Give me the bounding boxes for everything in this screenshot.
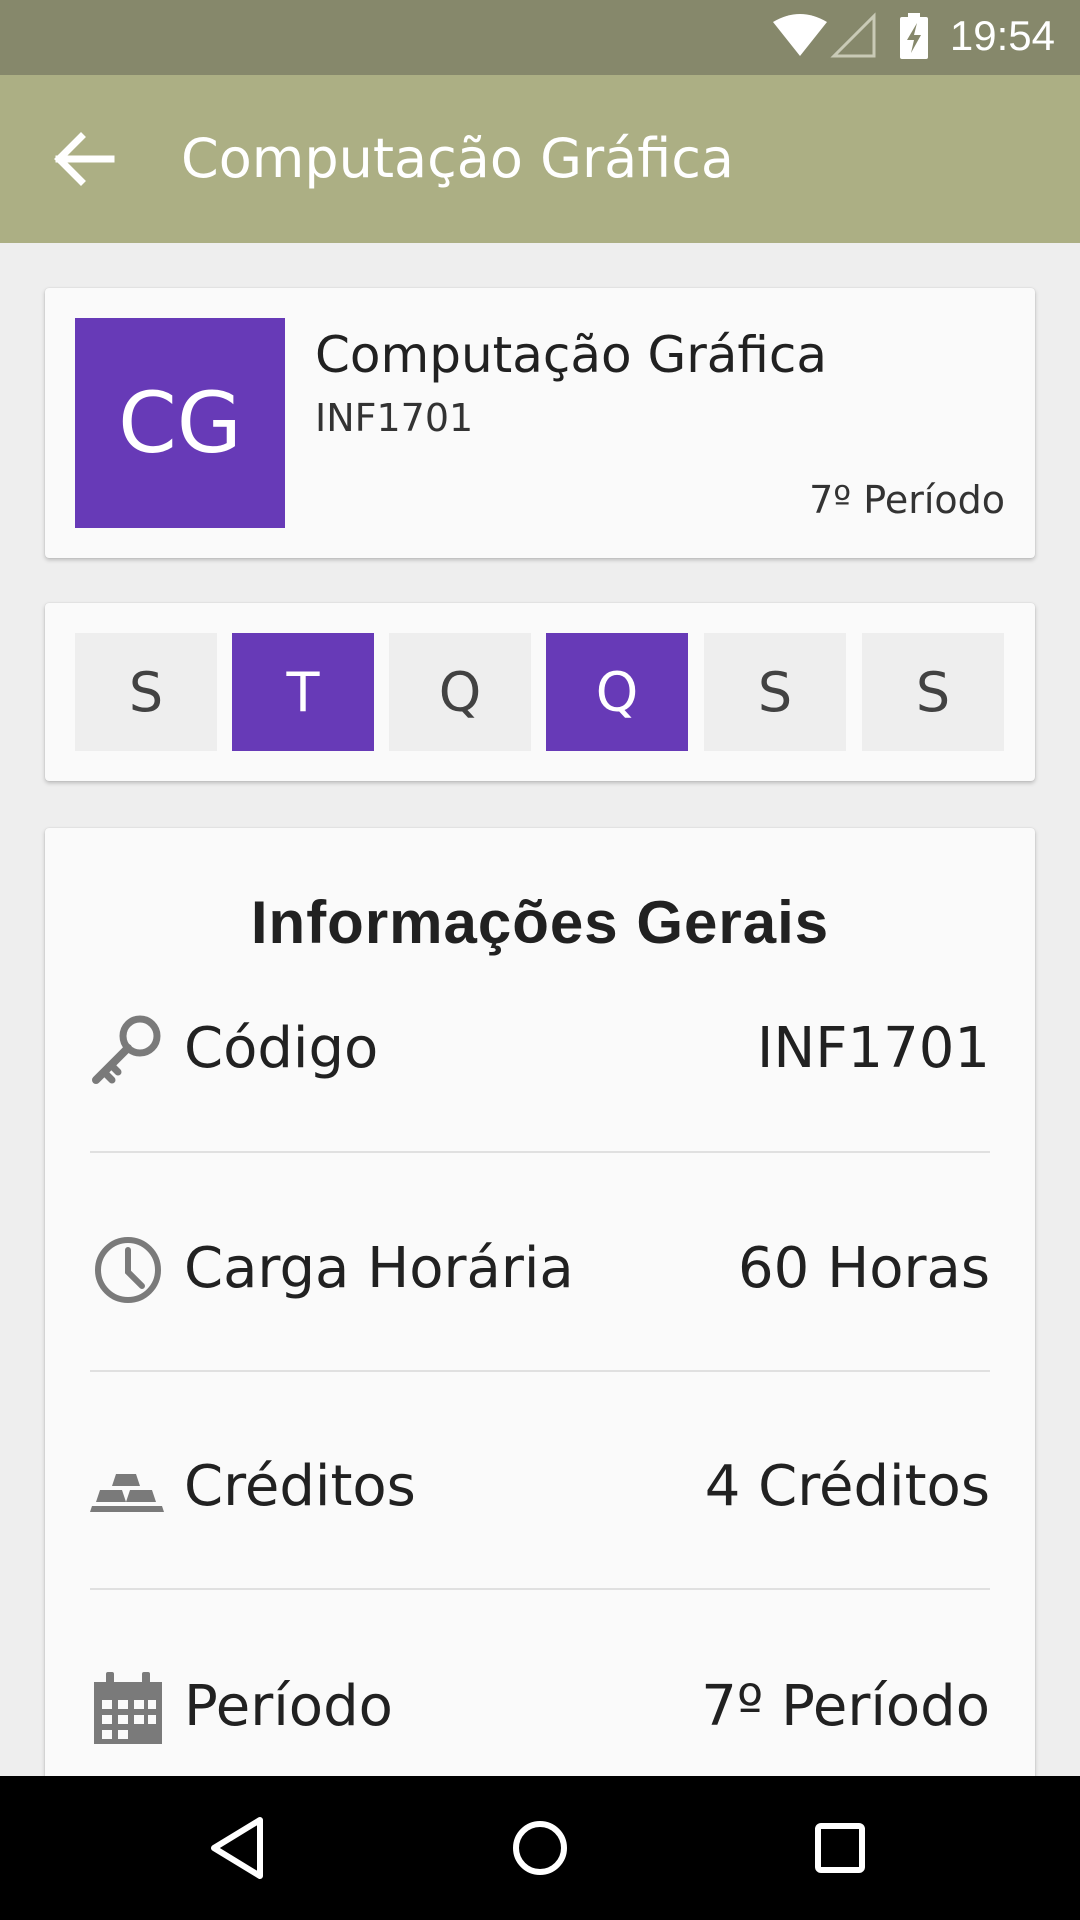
clock-icon: [95, 1237, 161, 1303]
status-time: 19:54: [949, 12, 1055, 59]
info-row-code: Código INF1701: [90, 990, 990, 1100]
day-monday[interactable]: S: [75, 633, 217, 751]
info-row-period: Período 7º Período: [90, 1648, 990, 1758]
gold-bars-icon: [90, 1474, 164, 1512]
info-label: Código: [184, 1016, 379, 1081]
calendar-icon: [94, 1672, 162, 1744]
day-saturday[interactable]: S: [862, 633, 1004, 751]
weekdays-card: S T Q Q S S: [45, 603, 1035, 781]
divider: [90, 1151, 990, 1153]
day-tuesday[interactable]: T: [232, 633, 374, 751]
section-title: Informações Gerais: [250, 889, 830, 956]
info-label: Período: [184, 1674, 393, 1739]
recents-square-icon[interactable]: [798, 1806, 882, 1890]
day-wednesday[interactable]: Q: [389, 633, 531, 751]
course-card[interactable]: CG Computação Gráfica INF1701 7º Período: [45, 288, 1035, 558]
info-row-workload: Carga Horária 60 Horas: [90, 1210, 990, 1320]
status-icons: [773, 12, 928, 59]
signal-icon: [830, 12, 876, 58]
divider: [90, 1588, 990, 1590]
system-nav-bar: [0, 1776, 1080, 1920]
app-bar: Computação Gráfica: [0, 75, 1080, 243]
status-bar: 19:54: [0, 0, 1080, 75]
page-title: Computação Gráfica: [181, 127, 735, 190]
info-value: INF1701: [756, 1016, 990, 1081]
home-circle-icon[interactable]: [498, 1806, 582, 1890]
course-code: INF1701: [315, 396, 474, 440]
general-info-card: Informações Gerais Código INF1701 Carga …: [45, 828, 1035, 1920]
info-label: Carga Horária: [184, 1236, 574, 1301]
info-label: Créditos: [184, 1454, 416, 1519]
info-row-credits: Créditos 4 Créditos: [90, 1428, 990, 1538]
wifi-icon: [773, 14, 827, 56]
divider: [90, 1370, 990, 1372]
day-thursday[interactable]: Q: [546, 633, 688, 751]
battery-charging-icon: [900, 13, 928, 59]
info-value: 4 Créditos: [704, 1454, 990, 1519]
back-triangle-icon[interactable]: [198, 1806, 282, 1890]
course-avatar: CG: [75, 318, 285, 528]
arrow-back-icon[interactable]: [45, 119, 125, 199]
info-value: 7º Período: [701, 1674, 990, 1739]
course-period: 7º Período: [809, 478, 1005, 522]
key-icon: [92, 1015, 161, 1084]
day-friday[interactable]: S: [704, 633, 846, 751]
info-value: 60 Horas: [738, 1236, 990, 1301]
course-name: Computação Gráfica: [315, 326, 828, 384]
